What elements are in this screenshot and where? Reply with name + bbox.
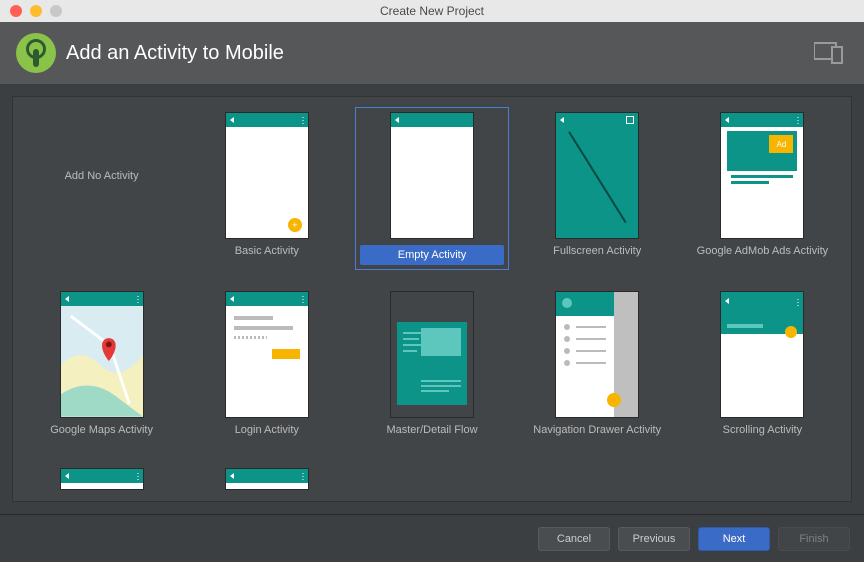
template-thumbnail: [60, 468, 144, 490]
back-arrow-icon: [725, 117, 729, 123]
template-thumbnail: [555, 112, 639, 239]
device-icon: [814, 41, 844, 65]
cancel-button[interactable]: Cancel: [538, 527, 610, 551]
window-controls: [0, 5, 62, 17]
titlebar: Create New Project: [0, 0, 864, 22]
template-grid: Add No Activity + Basic Activity Empty Acti…: [25, 107, 839, 495]
template-thumbnail: Ad: [720, 112, 804, 239]
header: Add an Activity to Mobile: [0, 22, 864, 84]
overflow-icon: [302, 295, 304, 303]
template-tile-login-activity[interactable]: Login Activity: [190, 286, 343, 447]
template-tile-basic-activity[interactable]: + Basic Activity: [190, 107, 343, 270]
zoom-icon: [50, 5, 62, 17]
template-thumbnail: [390, 291, 474, 418]
finish-button[interactable]: Finish: [778, 527, 850, 551]
template-thumbnail: [60, 291, 144, 418]
fullscreen-icon: [626, 116, 634, 124]
template-tile-master-detail[interactable]: Master/Detail Flow: [355, 286, 508, 447]
back-arrow-icon: [230, 117, 234, 123]
template-tile-admob-activity[interactable]: Ad Google AdMob Ads Activity: [686, 107, 839, 270]
back-arrow-icon: [395, 117, 399, 123]
template-label: Scrolling Activity: [723, 424, 802, 442]
overflow-icon: [302, 116, 304, 124]
template-label: Navigation Drawer Activity: [533, 424, 661, 442]
template-thumbnail: [390, 112, 474, 239]
android-studio-logo-icon: [16, 33, 56, 73]
footer: Cancel Previous Next Finish: [0, 514, 864, 562]
overflow-icon: [137, 295, 139, 303]
back-arrow-icon: [560, 117, 564, 123]
template-label: Fullscreen Activity: [553, 245, 641, 263]
template-label: Add No Activity: [65, 170, 139, 188]
template-tile-nav-drawer[interactable]: Navigation Drawer Activity: [521, 286, 674, 447]
template-label: Google Maps Activity: [50, 424, 153, 442]
back-arrow-icon: [230, 296, 234, 302]
template-thumbnail: [720, 291, 804, 418]
overflow-icon: [797, 116, 799, 124]
template-label: Google AdMob Ads Activity: [697, 245, 828, 263]
fab-icon: [785, 326, 797, 338]
template-tile-empty-activity[interactable]: Empty Activity: [355, 107, 508, 270]
minimize-icon[interactable]: [30, 5, 42, 17]
back-arrow-icon: [230, 473, 234, 479]
template-panel: Add No Activity + Basic Activity Empty Acti…: [12, 96, 852, 502]
template-thumbnail: [225, 468, 309, 490]
template-tile-partial[interactable]: [25, 463, 178, 495]
ad-badge: Ad: [769, 135, 793, 153]
next-button[interactable]: Next: [698, 527, 770, 551]
template-label: Master/Detail Flow: [386, 424, 477, 442]
previous-button[interactable]: Previous: [618, 527, 690, 551]
template-tile-partial[interactable]: [190, 463, 343, 495]
window-title: Create New Project: [380, 4, 484, 18]
template-label: Basic Activity: [235, 245, 299, 263]
template-thumbnail: +: [225, 112, 309, 239]
template-label: Login Activity: [235, 424, 299, 442]
back-arrow-icon: [725, 298, 729, 304]
overflow-icon: [302, 472, 304, 480]
back-arrow-icon: [65, 296, 69, 302]
template-thumbnail: [555, 291, 639, 418]
page-title: Add an Activity to Mobile: [66, 42, 284, 65]
content: Add No Activity + Basic Activity Empty Acti…: [0, 84, 864, 514]
template-thumbnail: [225, 291, 309, 418]
template-tile-scrolling-activity[interactable]: Scrolling Activity: [686, 286, 839, 447]
template-label: Empty Activity: [360, 245, 503, 265]
back-arrow-icon: [65, 473, 69, 479]
overflow-icon: [137, 472, 139, 480]
template-tile-maps-activity[interactable]: Google Maps Activity: [25, 286, 178, 447]
template-tile-fullscreen-activity[interactable]: Fullscreen Activity: [521, 107, 674, 270]
template-tile-add-no-activity[interactable]: Add No Activity: [25, 107, 178, 270]
overflow-icon: [797, 298, 799, 306]
fab-icon: +: [288, 218, 302, 232]
close-icon[interactable]: [10, 5, 22, 17]
